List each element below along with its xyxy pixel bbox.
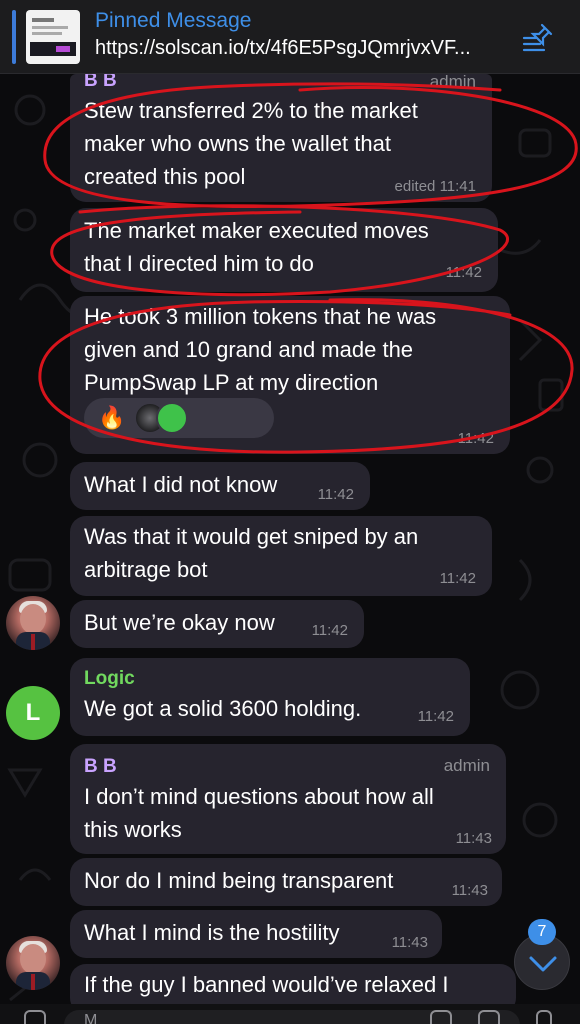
message-line: The market maker executed moves (84, 218, 429, 243)
message-bubble[interactable]: Nor do I mind being transparent 11:43 (70, 858, 502, 906)
message-bubble[interactable]: B B admin I don’t mind questions about h… (70, 744, 506, 854)
message-bubble[interactable]: What I did not know 11:42 (70, 462, 370, 510)
message-bubble[interactable]: Was that it would get sniped by an arbit… (70, 516, 492, 596)
message-line: created this pool (84, 164, 246, 189)
pinned-title: Pinned Message (95, 9, 252, 32)
message-line: I don’t mind questions about how all (84, 784, 434, 809)
message-time: 11:42 (417, 708, 454, 725)
message-bubble[interactable]: Logic We got a solid 3600 holding. 11:42 (70, 658, 470, 736)
message-composer: M (0, 1004, 580, 1024)
message-time: 11:42 (311, 622, 348, 639)
message-line: maker who owns the wallet that (84, 131, 391, 156)
pinned-indicator (12, 10, 16, 64)
sticker-icon[interactable] (430, 1010, 452, 1024)
message-line: Stew transferred 2% to the market (84, 98, 418, 123)
message-time: 11:42 (445, 264, 482, 281)
message-time: 11:42 (317, 486, 354, 503)
message-input-placeholder: M (84, 1012, 98, 1024)
attach-icon[interactable] (24, 1010, 46, 1024)
message-line: given and 10 grand and made the (84, 337, 414, 362)
message-time: 11:43 (391, 934, 428, 951)
admin-badge: admin (443, 756, 490, 775)
mic-icon[interactable] (536, 1010, 552, 1024)
unread-count-badge: 7 (528, 919, 556, 945)
message-bubble[interactable]: He took 3 million tokens that he was giv… (70, 296, 510, 454)
message-bubble[interactable]: But we’re okay now 11:42 (70, 600, 364, 648)
message-line: Nor do I mind being transparent (84, 868, 394, 893)
pinned-message-bar[interactable]: Pinned Message https://solscan.io/tx/4f6… (0, 0, 580, 74)
message-time: 11:43 (455, 830, 492, 847)
message-line: PumpSwap LP at my direction (84, 370, 379, 395)
pin-list-icon[interactable] (522, 22, 556, 52)
message-bubble[interactable]: The market maker executed moves that I d… (70, 208, 498, 292)
message-line: We got a solid 3600 holding. (84, 696, 362, 721)
reaction-chip[interactable]: 🔥 (84, 398, 274, 438)
emoji-icon[interactable] (478, 1010, 500, 1024)
user-avatar[interactable] (6, 596, 60, 650)
message-bubble[interactable]: B B admin Stew transferred 2% to the mar… (70, 74, 492, 202)
pinned-url[interactable]: https://solscan.io/tx/4f6E5PsgJQmrjvxVF.… (95, 37, 471, 60)
sender-name[interactable]: B B (84, 74, 117, 92)
message-line: If the guy I banned would’ve relaxed I (84, 972, 449, 997)
user-avatar[interactable]: L (6, 686, 60, 740)
pinned-thumbnail (26, 10, 80, 64)
sender-name[interactable]: Logic (84, 668, 135, 690)
message-line: that I directed him to do (84, 251, 314, 276)
message-bubble[interactable]: What I mind is the hostility 11:43 (70, 910, 442, 958)
message-line: He took 3 million tokens that he was (84, 304, 437, 329)
message-time: 11:43 (451, 882, 488, 899)
message-time: edited 11:41 (394, 178, 476, 195)
admin-badge: admin (429, 74, 476, 91)
message-line: arbitrage bot (84, 557, 208, 582)
message-line: What I did not know (84, 472, 278, 497)
message-line: Was that it would get sniped by an (84, 524, 419, 549)
message-line: this works (84, 817, 182, 842)
user-avatar[interactable] (6, 936, 60, 990)
message-time: 11:42 (439, 570, 476, 587)
reactor-avatar (156, 402, 188, 434)
message-line: What I mind is the hostility (84, 920, 340, 945)
fire-icon: 🔥 (98, 405, 126, 430)
sender-name[interactable]: B B (84, 756, 117, 778)
message-line: But we’re okay now (84, 610, 275, 635)
message-time: 11:42 (457, 430, 494, 447)
